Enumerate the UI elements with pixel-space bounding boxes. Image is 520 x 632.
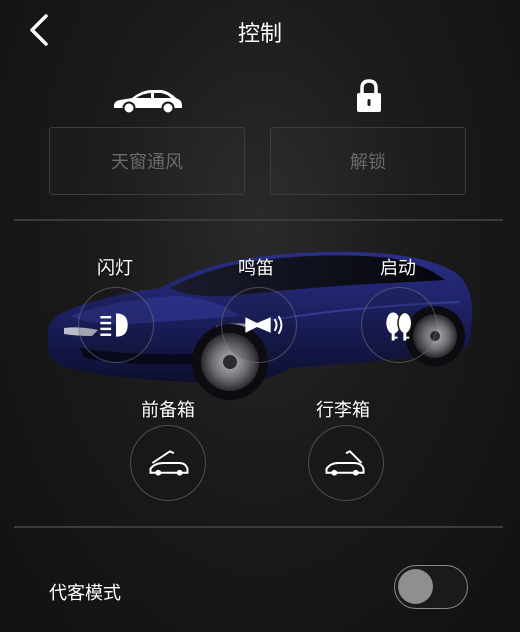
honk-horn-button[interactable] <box>221 287 297 363</box>
key-fob-icon <box>386 311 413 341</box>
trunk-label: 行李箱 <box>316 400 370 421</box>
remote-start-button[interactable] <box>361 287 437 363</box>
honk-horn-label: 鸣笛 <box>238 258 274 279</box>
horn-icon <box>245 315 283 335</box>
valet-mode-toggle[interactable] <box>394 565 468 609</box>
toggle-knob <box>398 569 433 604</box>
sunroof-vent-button[interactable]: 天窗通风 <box>49 127 245 195</box>
trunk-open-icon <box>325 450 365 476</box>
sunroof-vent-label: 天窗通风 <box>111 152 183 173</box>
flash-lights-label: 闪灯 <box>97 258 133 279</box>
frunk-open-icon <box>149 450 189 476</box>
valet-mode-label: 代客模式 <box>49 583 121 604</box>
page-title: 控制 <box>237 22 282 47</box>
divider-top <box>14 219 503 221</box>
frunk-label: 前备箱 <box>141 400 195 421</box>
headlight-icon <box>100 313 128 337</box>
lock-icon <box>353 78 385 114</box>
unlock-button[interactable]: 解锁 <box>270 127 466 195</box>
frunk-button[interactable] <box>130 425 206 501</box>
car-side-icon <box>112 86 184 116</box>
divider-bottom <box>14 526 503 528</box>
trunk-button[interactable] <box>308 425 384 501</box>
flash-lights-button[interactable] <box>78 287 154 363</box>
remote-start-label: 启动 <box>380 258 416 279</box>
unlock-label: 解锁 <box>350 152 386 173</box>
